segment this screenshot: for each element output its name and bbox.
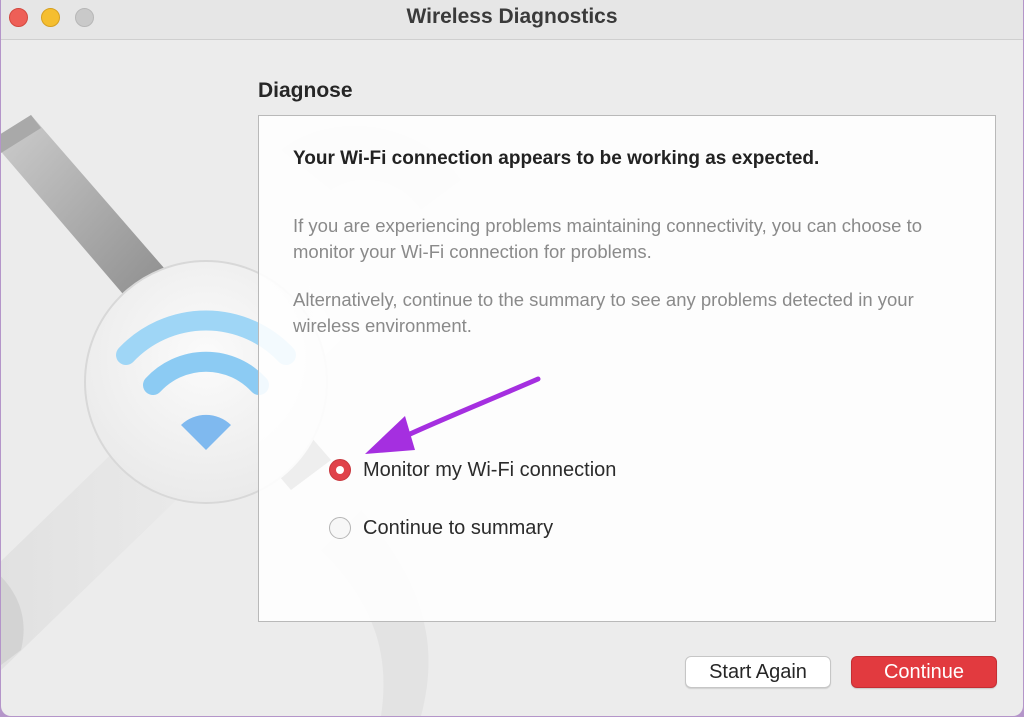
wireless-diagnostics-window: Wireless Diagnostics Diagnose Your Wi-Fi… [1, 0, 1023, 716]
radio-button-selected[interactable] [329, 459, 351, 481]
summary-description: Alternatively, continue to the summary t… [293, 289, 914, 336]
start-again-button[interactable]: Start Again [685, 656, 831, 688]
option-continue-to-summary[interactable]: Continue to summary [329, 516, 553, 540]
option-label: Continue to summary [363, 516, 554, 539]
title-bar: Wireless Diagnostics [1, 0, 1023, 40]
window-title: Wireless Diagnostics [406, 5, 618, 28]
diagnose-panel: Your Wi-Fi connection appears to be work… [258, 115, 996, 622]
option-monitor-wifi[interactable]: Monitor my Wi-Fi connection [329, 458, 616, 482]
radio-button-unselected[interactable] [329, 517, 351, 539]
section-title: Diagnose [258, 79, 353, 102]
status-headline: Your Wi-Fi connection appears to be work… [293, 148, 820, 169]
option-label: Monitor my Wi-Fi connection [363, 458, 617, 481]
continue-button[interactable]: Continue [851, 656, 997, 688]
monitor-description: If you are experiencing problems maintai… [293, 215, 923, 262]
